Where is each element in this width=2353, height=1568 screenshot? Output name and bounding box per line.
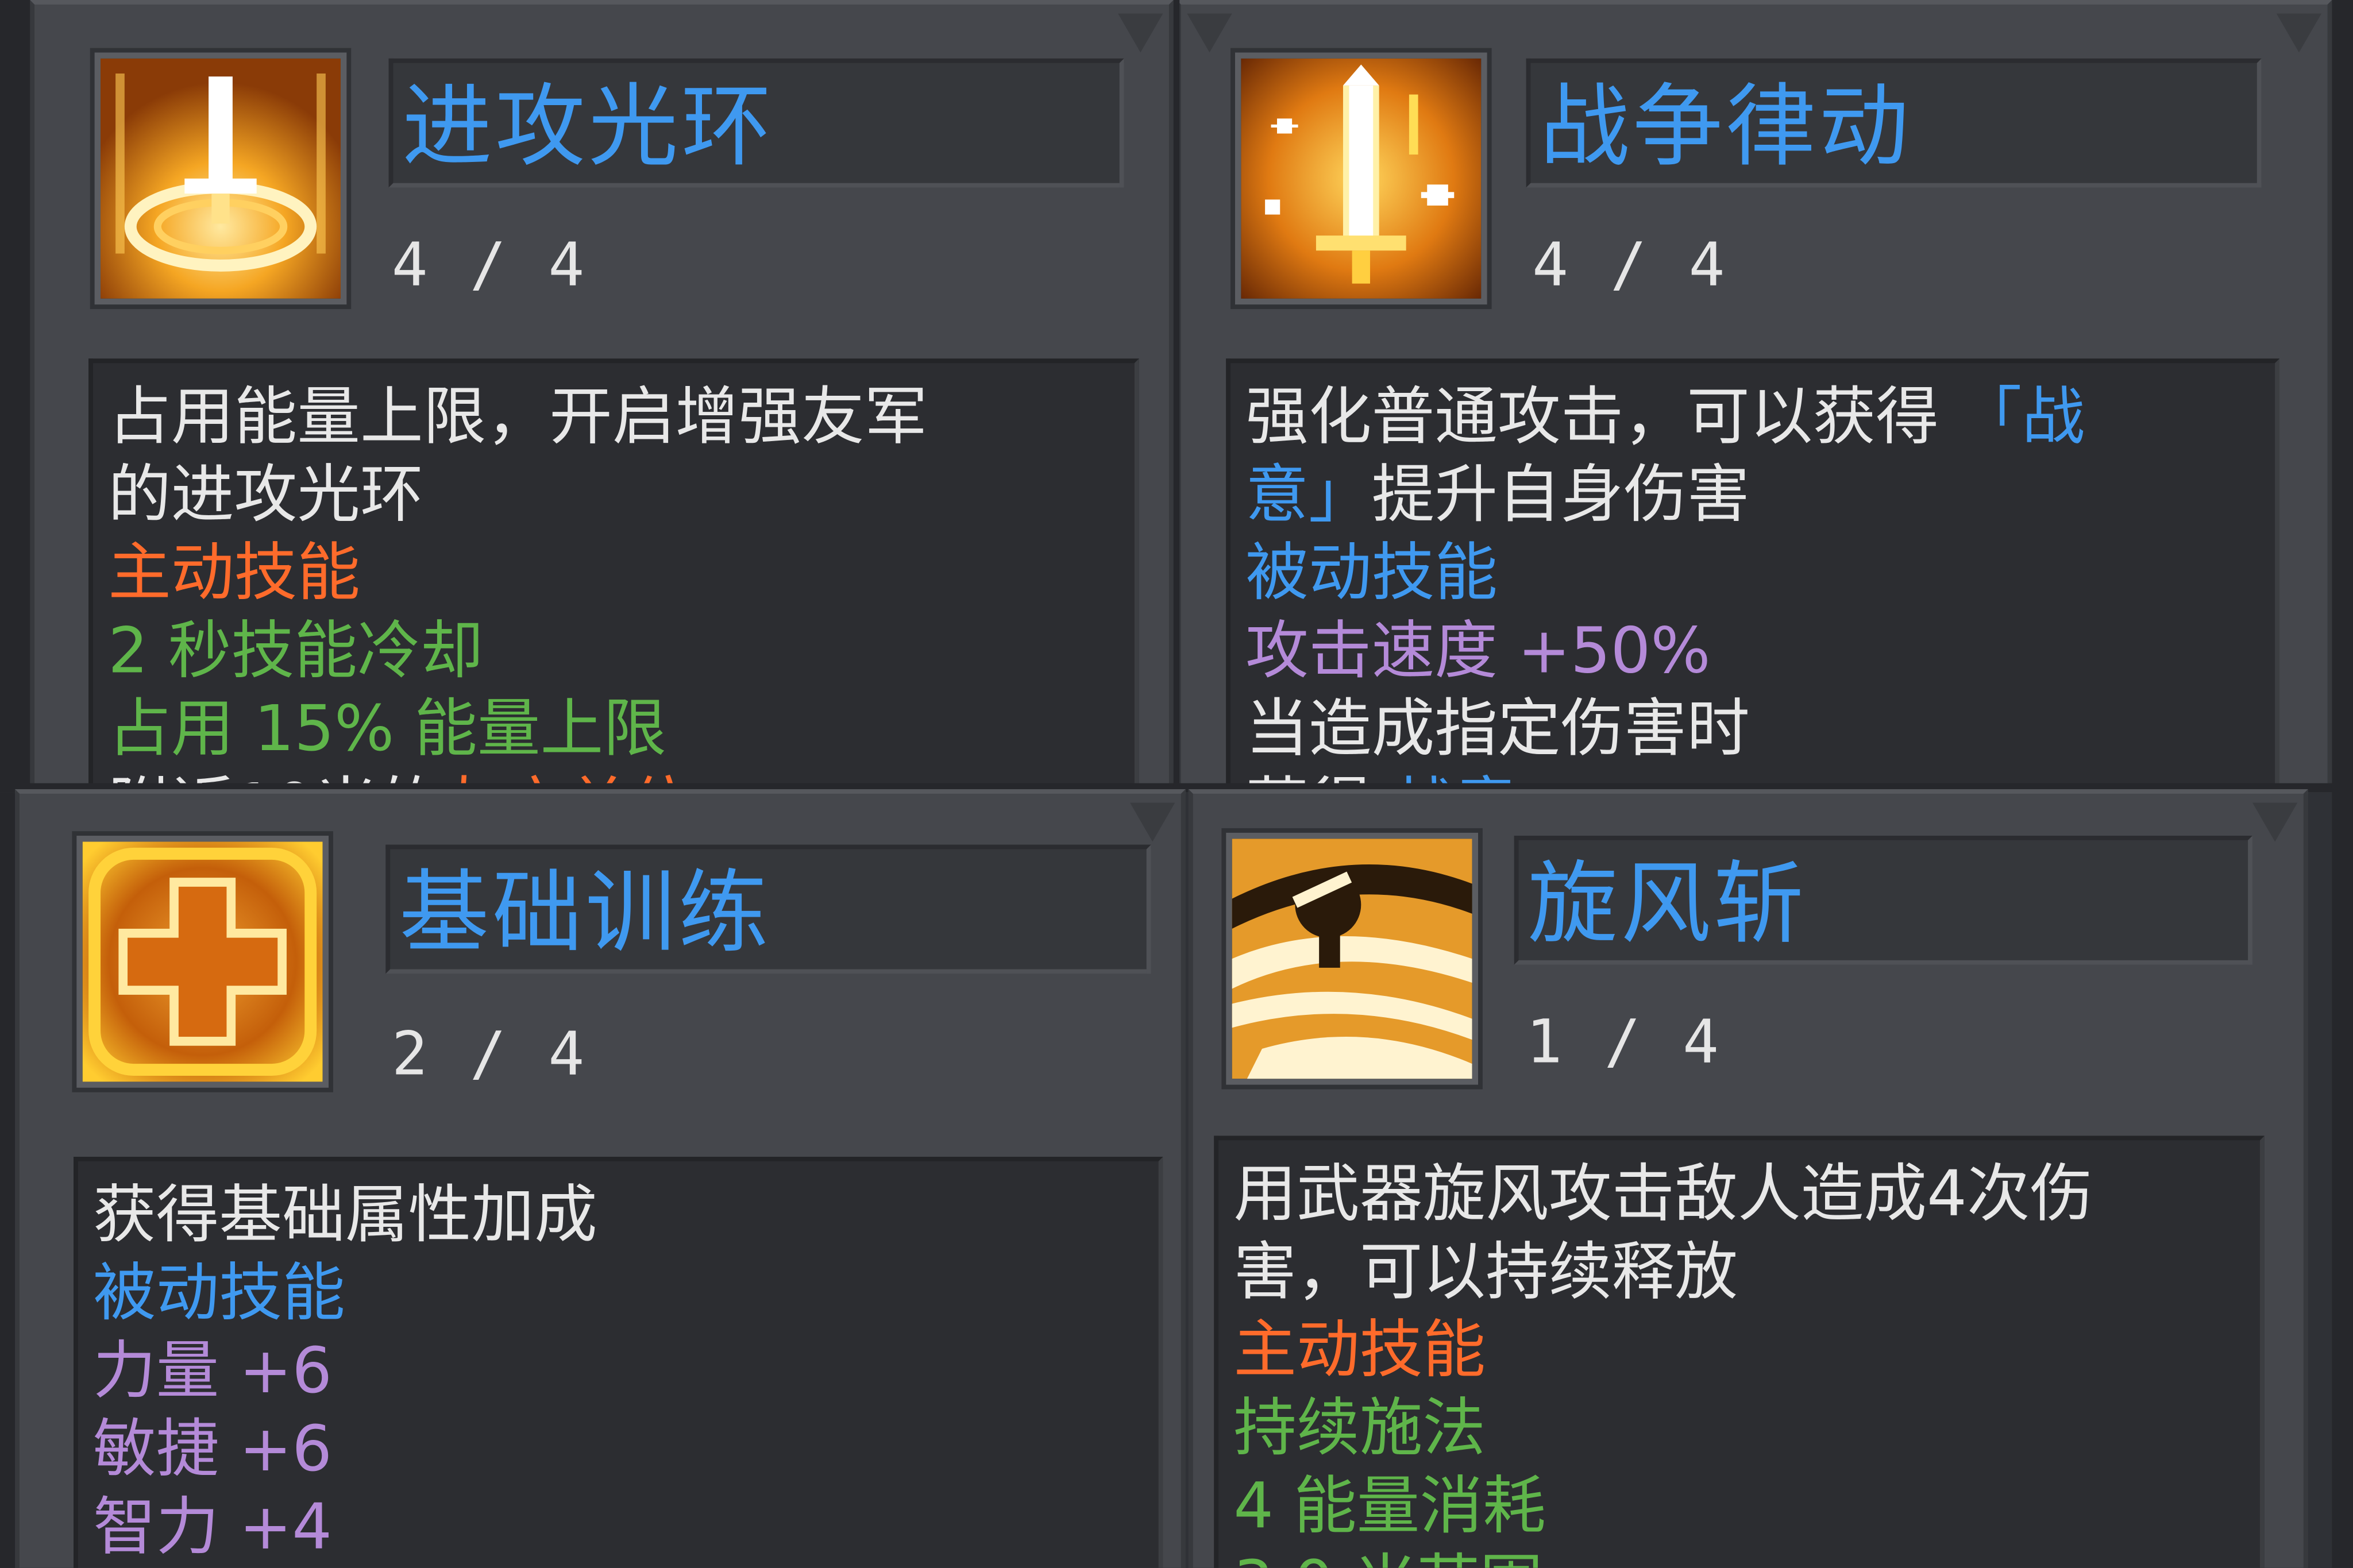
card-corner-ornament — [2252, 802, 2298, 842]
desc-line-cast-type: 持续施法 — [1233, 1391, 1486, 1465]
skill-card-attack-aura[interactable]: 进攻光环 4 / 4 占用能量上限，开启增强友军 的进攻光环 主动技能 2 秒技… — [30, 0, 1174, 793]
sword-aura-icon — [90, 48, 352, 310]
desc-line-stat: 智力 +4 — [92, 1489, 332, 1563]
desc-line-skill-type: 被动技能 — [1245, 535, 1498, 609]
desc-line-energy-cost: 4 能量消耗 — [1233, 1469, 1546, 1543]
desc-line: 获得基础属性加成 — [92, 1177, 597, 1252]
skill-title-bar: 进攻光环 — [388, 58, 1124, 188]
skill-title: 战争律动 — [1540, 75, 1912, 180]
skill-title-bar: 旋风斩 — [1514, 836, 2252, 965]
glowing-sword-icon — [1230, 48, 1492, 310]
skill-title: 进攻光环 — [402, 75, 774, 180]
desc-line-stat: 敏捷 +6 — [92, 1412, 332, 1486]
skill-description: 用武器旋风攻击敌人造成4次伤 害，可以持续释放 主动技能 持续施法 4 能量消耗… — [1214, 1136, 2265, 1568]
skill-card-basic-training[interactable]: 基础训练 2 / 4 获得基础属性加成 被动技能 力量 +6 敏捷 +6 智力 … — [15, 789, 1186, 1568]
card-divider — [0, 0, 30, 786]
desc-line: 占用能量上限，开启增强友军 — [108, 379, 928, 453]
desc-line: 意」提升自身伤害 — [1245, 456, 2266, 534]
desc-line-skill-type: 被动技能 — [92, 1256, 345, 1330]
card-divider — [1173, 0, 1180, 786]
desc-line-cooldown: 2 秒技能冷却 — [108, 613, 484, 688]
skill-level: 2 / 4 — [391, 1020, 588, 1090]
plus-cross-icon — [72, 831, 333, 1092]
desc-line-energy-cost: 占用 15% 能量上限 — [108, 692, 666, 766]
skill-title: 基础训练 — [399, 861, 772, 967]
skill-level: 1 / 4 — [1526, 1008, 1722, 1077]
card-divider — [2332, 0, 2353, 1568]
skill-level: 4 / 4 — [391, 231, 588, 300]
desc-line-stat: 力量 +6 — [92, 1334, 332, 1408]
card-corner-ornament — [1187, 13, 1232, 53]
card-divider — [0, 792, 16, 1568]
card-corner-ornament — [1118, 13, 1163, 53]
skill-card-whirlwind-slash[interactable]: 旋风斩 1 / 4 用武器旋风攻击敌人造成4次伤 害，可以持续释放 主动技能 持… — [1188, 789, 2308, 1568]
skill-description: 占用能量上限，开启增强友军 的进攻光环 主动技能 2 秒技能冷却 占用 15% … — [88, 358, 1139, 793]
skill-title-bar: 基础训练 — [385, 844, 1151, 974]
skill-description-text: 获得基础属性加成 被动技能 力量 +6 敏捷 +6 智力 +4 — [93, 1176, 1150, 1566]
skill-title-bar: 战争律动 — [1526, 58, 2262, 188]
skill-description: 强化普通攻击，可以获得 「战 意」提升自身伤害 被动技能 攻击速度 +50% 当… — [1226, 358, 2279, 793]
desc-line: 当造成指定伤害时 — [1245, 692, 1750, 766]
skill-title: 旋风斩 — [1527, 852, 1807, 957]
desc-line: 的进攻光环 — [108, 457, 423, 531]
desc-text: 提升自身伤害 — [1371, 457, 1750, 531]
whirlwind-icon — [1221, 828, 1483, 1090]
skill-description-text: 强化普通攻击，可以获得 「战 意」提升自身伤害 被动技能 攻击速度 +50% 当… — [1245, 378, 2266, 792]
desc-line-skill-type: 主动技能 — [1233, 1312, 1486, 1387]
desc-line-stat: 攻击速度 +50% — [1245, 613, 1711, 688]
desc-line-range: 3.0 米范围 — [1233, 1546, 2251, 1568]
skill-description: 获得基础属性加成 被动技能 力量 +6 敏捷 +6 智力 +4 — [73, 1157, 1163, 1568]
skill-description-text: 占用能量上限，开启增强友军 的进攻光环 主动技能 2 秒技能冷却 占用 15% … — [108, 378, 1125, 792]
skill-level: 4 / 4 — [1532, 231, 1728, 300]
skill-panel: 进攻光环 4 / 4 占用能量上限，开启增强友军 的进攻光环 主动技能 2 秒技… — [0, 0, 2353, 1568]
skill-description-text: 用武器旋风攻击敌人造成4次伤 害，可以持续释放 主动技能 持续施法 4 能量消耗… — [1233, 1155, 2251, 1568]
desc-highlight: 「战 — [1958, 379, 2085, 453]
desc-text: 强化普通攻击，可以获得 — [1245, 379, 1959, 453]
card-corner-ornament — [2276, 13, 2322, 53]
card-corner-ornament — [1130, 802, 1175, 842]
desc-line: 强化普通攻击，可以获得 「战 — [1245, 378, 2266, 456]
desc-line: 用武器旋风攻击敌人造成4次伤 — [1233, 1157, 2093, 1231]
desc-highlight: 意」 — [1245, 457, 1372, 531]
skill-card-war-rhythm[interactable]: 战争律动 4 / 4 强化普通攻击，可以获得 「战 意」提升自身伤害 被动技能 … — [1176, 0, 2332, 793]
desc-line-skill-type: 主动技能 — [108, 535, 360, 609]
desc-line: 害，可以持续释放 — [1233, 1234, 1738, 1308]
